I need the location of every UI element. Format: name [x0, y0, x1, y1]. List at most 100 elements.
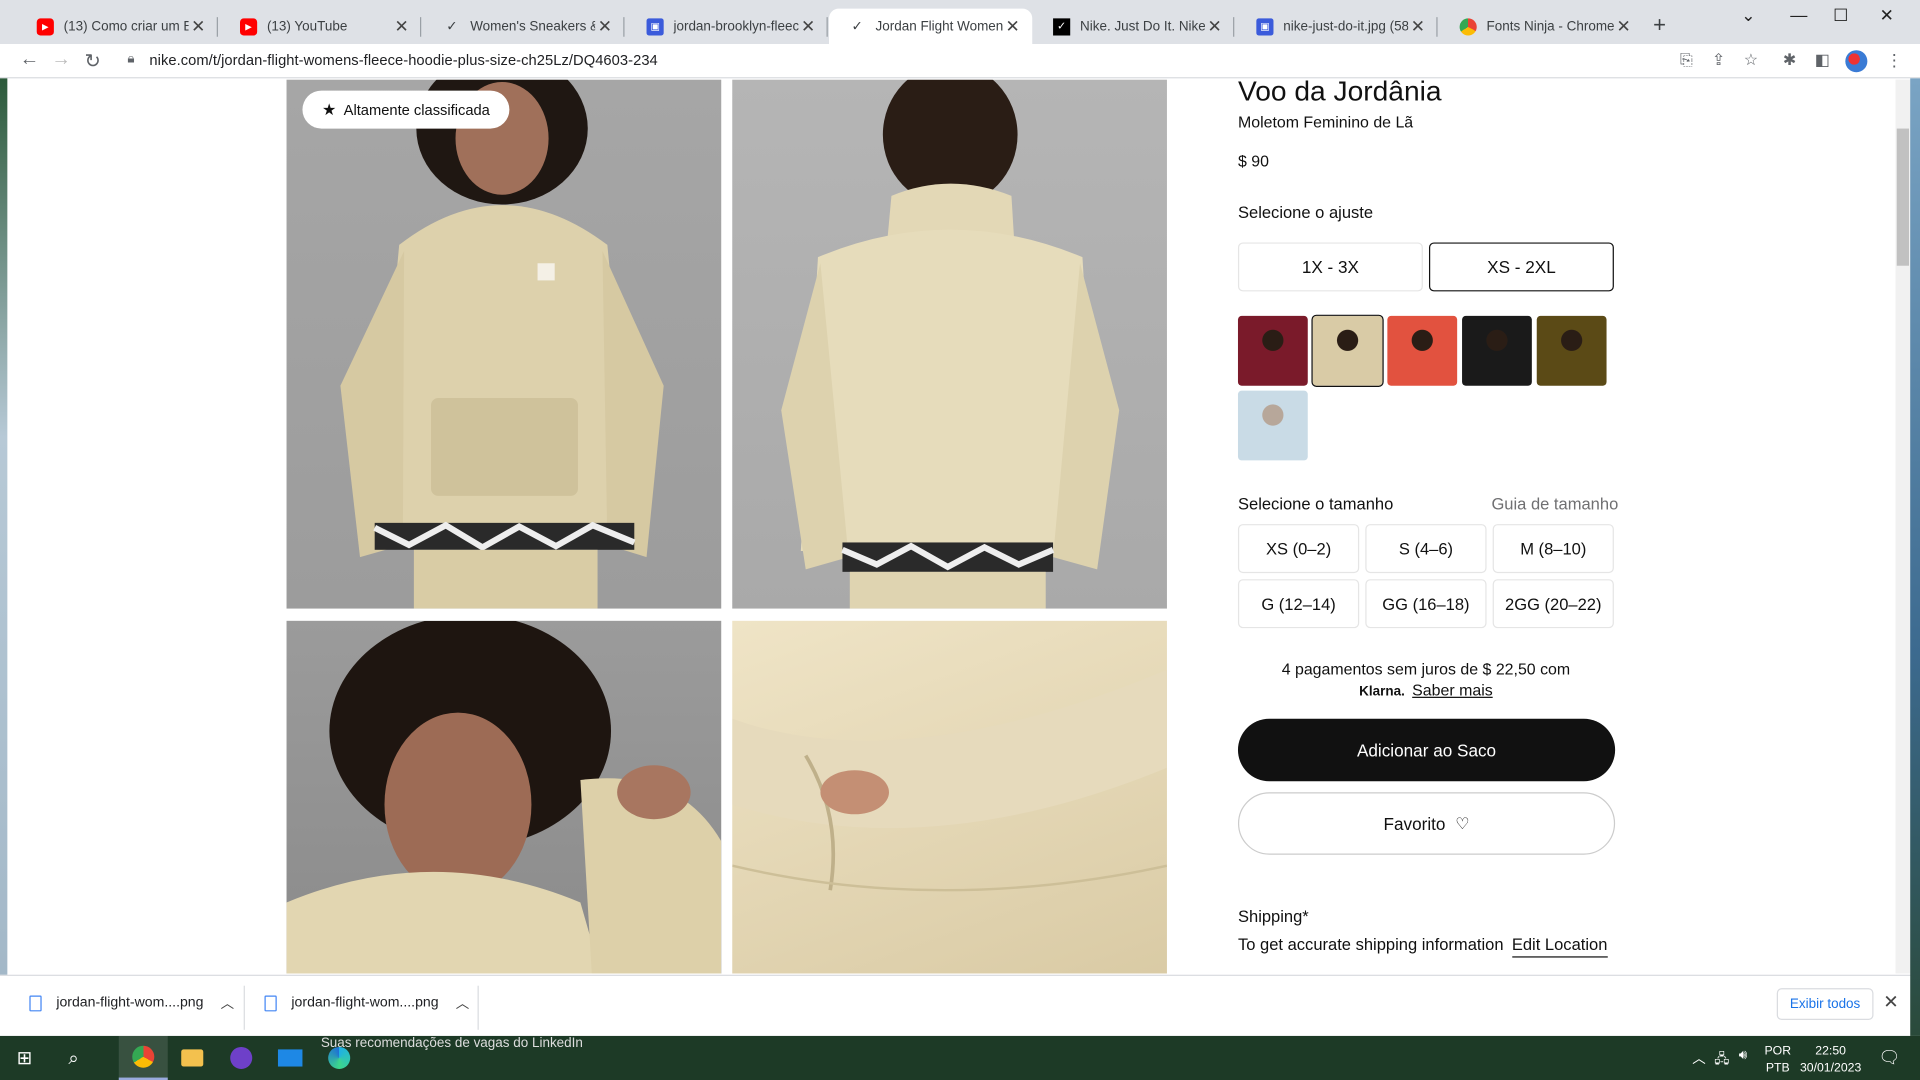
download-separator: [243, 985, 245, 1030]
fit-option-plus[interactable]: 1X - 3X: [1237, 242, 1423, 292]
side-panel-icon[interactable]: ◧: [1815, 50, 1830, 70]
taskbar-mail[interactable]: [266, 1036, 315, 1080]
top-rated-badge: ★ Altamente classificada: [302, 90, 510, 129]
file-icon: [29, 994, 42, 1011]
tab-youtube[interactable]: ▶ (13) YouTube ✕: [220, 9, 422, 45]
maximize-button[interactable]: ☐: [1833, 5, 1848, 26]
product-photo-front[interactable]: [286, 79, 722, 609]
extensions-icon[interactable]: ✱: [1783, 50, 1796, 70]
download-item[interactable]: jordan-flight-wom....png ︿: [29, 993, 234, 1013]
tab-jordan-brooklyn[interactable]: ▣jordan-brooklyn-fleece-mens✕: [627, 9, 828, 45]
translate-icon[interactable]: ⎘: [1680, 50, 1693, 70]
tab-separator: [420, 17, 422, 37]
klarna-installments-text: 4 pagamentos sem juros de $ 22,50 com: [1281, 660, 1571, 679]
forward-icon[interactable]: →: [51, 49, 71, 71]
colorway-cream[interactable]: [1311, 314, 1384, 387]
colorway-light-blue[interactable]: [1237, 390, 1308, 461]
chevron-up-icon[interactable]: ︿: [456, 993, 469, 1013]
lock-icon[interactable]: 🔒︎: [127, 51, 134, 67]
chevron-up-icon[interactable]: ︿: [221, 993, 234, 1013]
windows-start-icon[interactable]: ⊞: [0, 1036, 49, 1080]
screen: ▶(13) Como criar um Ecommerce✕ ▶(13) You…: [0, 0, 1920, 1080]
youtube-icon: ▶: [36, 17, 54, 35]
file-icon: [264, 994, 277, 1011]
size-option-xs[interactable]: XS (0–2): [1237, 524, 1360, 574]
close-tab-icon[interactable]: ✕: [595, 16, 615, 37]
close-tab-icon[interactable]: ✕: [798, 16, 818, 37]
search-icon[interactable]: ⌕: [49, 1036, 98, 1080]
close-tab-icon[interactable]: ✕: [1408, 16, 1428, 37]
windows-taskbar: Suas recomendações de vagas do LinkedIn …: [0, 1035, 1920, 1080]
tab-nike-home[interactable]: ✓Nike. Just Do It. Nike.com✕: [1033, 9, 1235, 45]
close-tab-icon[interactable]: ✕: [1614, 16, 1634, 37]
product-photo-pocket[interactable]: [732, 620, 1167, 974]
new-tab-button[interactable]: +: [1653, 12, 1666, 38]
size-option-gg[interactable]: GG (16–18): [1365, 579, 1487, 629]
tab-separator: [1233, 17, 1235, 37]
colorway-coral[interactable]: [1387, 315, 1458, 386]
close-tab-icon[interactable]: ✕: [189, 16, 209, 37]
size-option-s[interactable]: S (4–6): [1365, 524, 1487, 574]
tab-jordan-flight[interactable]: ✓Jordan Flight Women's Fleece✕: [828, 8, 1033, 45]
image-icon: ▣: [1256, 17, 1274, 35]
share-icon[interactable]: ⇪: [1712, 50, 1725, 70]
colorway-black[interactable]: [1462, 315, 1532, 386]
browser-menu-icon[interactable]: ⋮: [1886, 50, 1903, 71]
close-window-button[interactable]: ✕: [1880, 5, 1894, 26]
close-tab-icon[interactable]: ✕: [1205, 16, 1225, 37]
scrollbar-thumb[interactable]: [1896, 128, 1909, 266]
edit-location-link[interactable]: Edit Location: [1511, 935, 1608, 958]
product-photo-back[interactable]: [732, 79, 1167, 609]
size-option-g[interactable]: G (12–14): [1237, 579, 1360, 629]
close-download-bar-icon[interactable]: ✕: [1883, 991, 1898, 1013]
colorway-olive[interactable]: [1536, 315, 1607, 386]
page-viewport: ★ Altamente classificada Voo da Jordânia…: [0, 79, 1896, 974]
system-clock[interactable]: 22:50 30/01/2023: [1796, 1043, 1865, 1077]
front-hoodie-illustration: [340, 79, 664, 609]
size-guide-link[interactable]: Guia de tamanho: [1491, 495, 1618, 513]
colorway-burgundy[interactable]: [1237, 315, 1308, 386]
taskbar-github[interactable]: [217, 1036, 266, 1080]
youtube-icon: ▶: [240, 17, 258, 35]
desktop-background-right: [1910, 78, 1920, 1036]
volume-icon[interactable]: 🔊︎: [1739, 1048, 1747, 1064]
address-bar[interactable]: nike.com/t/jordan-flight-womens-fleece-h…: [149, 51, 657, 68]
nike-icon: ✓: [851, 19, 863, 35]
close-tab-icon[interactable]: ✕: [392, 16, 412, 37]
tab-womens-sneakers[interactable]: ✓Women's Sneakers & Shoes✕: [424, 9, 625, 45]
size-option-2gg[interactable]: 2GG (20–22): [1492, 579, 1614, 629]
profile-avatar[interactable]: [1845, 50, 1868, 73]
size-option-m[interactable]: M (8–10): [1492, 524, 1614, 574]
bookmark-star-icon[interactable]: ☆: [1744, 50, 1758, 70]
tab-fonts-ninja[interactable]: Fonts Ninja - Chrome Web✕: [1440, 9, 1643, 45]
add-to-bag-button[interactable]: Adicionar ao Saco: [1237, 718, 1616, 782]
taskbar-chrome[interactable]: [118, 1035, 168, 1080]
download-separator: [477, 985, 479, 1030]
klarna-logo: Klarna.: [1359, 684, 1405, 700]
fit-option-standard[interactable]: XS - 2XL: [1428, 242, 1614, 292]
size-label: Selecione o tamanho: [1237, 494, 1394, 514]
network-icon[interactable]: 🖧︎: [1714, 1048, 1729, 1071]
minimize-button[interactable]: —: [1790, 5, 1807, 25]
taskbar-file-explorer[interactable]: [168, 1036, 217, 1080]
back-icon[interactable]: ←: [20, 49, 40, 71]
show-all-downloads-button[interactable]: Exibir todos: [1776, 988, 1874, 1021]
image-icon: ▣: [646, 17, 664, 35]
tab-youtube-ecommerce[interactable]: ▶(13) Como criar um Ecommerce✕: [17, 9, 218, 45]
reload-icon[interactable]: ↻: [84, 49, 100, 73]
tab-search-icon[interactable]: ⌄: [1741, 5, 1755, 26]
input-language[interactable]: POR PTB: [1765, 1043, 1792, 1077]
close-tab-icon[interactable]: ✕: [1003, 16, 1023, 37]
favorite-button[interactable]: Favorito ♡: [1237, 792, 1616, 855]
tab-nike-image[interactable]: ▣nike-just-do-it.jpg (588×7✕: [1237, 9, 1438, 45]
back-hoodie-illustration: [781, 79, 1120, 609]
notifications-icon[interactable]: 🗨︎: [1878, 1047, 1900, 1068]
nike-icon: ✓: [446, 19, 458, 35]
taskbar-edge[interactable]: [315, 1036, 364, 1080]
tray-chevron-up-icon[interactable]: ︿: [1692, 1048, 1705, 1068]
product-photo-closeup[interactable]: [286, 620, 722, 974]
closeup-illustration: [286, 620, 722, 974]
klarna-learn-more-link[interactable]: Saber mais: [1412, 681, 1493, 699]
nike-icon: ✓: [1053, 17, 1071, 35]
download-item[interactable]: jordan-flight-wom....png ︿: [264, 993, 469, 1013]
